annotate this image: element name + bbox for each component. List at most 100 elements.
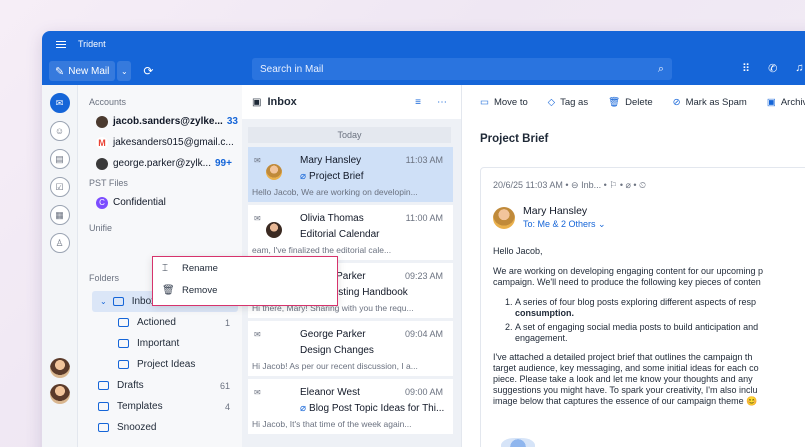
body-text: I've attached a detailed project brief t…: [493, 351, 753, 362]
filter-icon[interactable]: ≡: [415, 97, 421, 108]
pst-icon: C: [96, 196, 108, 209]
mail-subject-heading: Project Brief: [480, 133, 549, 145]
remove-menu-item[interactable]: 🗑 Remove: [153, 279, 337, 301]
pst-item[interactable]: C Confidential: [78, 192, 242, 213]
bell-icon[interactable]: ♫: [795, 62, 803, 75]
delete-button[interactable]: 🗑 Delete: [608, 97, 653, 108]
pst-label: PST Files: [89, 178, 128, 188]
account-item[interactable]: george.parker@zylk... 99+: [78, 153, 242, 174]
account-avatar: [96, 115, 108, 128]
new-mail-button[interactable]: ✎ New Mail: [49, 61, 116, 81]
folder-item[interactable]: Important: [78, 333, 242, 354]
mail-icon[interactable]: ✉: [49, 93, 70, 113]
body-text: A set of engaging social media posts to …: [515, 321, 759, 332]
spam-button[interactable]: ⊘ Mark as Spam: [673, 97, 747, 108]
context-menu: ⌶ Rename 🗑 Remove: [152, 256, 338, 306]
folder-count: 1: [224, 317, 230, 328]
search-placeholder: Search in Mail: [260, 63, 324, 75]
list-item[interactable]: ✉ Mary Hansley 11:03 AM ⌀ Project Brief H…: [248, 147, 453, 202]
folder-label: Actioned: [137, 317, 176, 328]
calendar-icon[interactable]: ▤: [49, 149, 70, 169]
menu-icon[interactable]: [56, 39, 66, 50]
folder-item[interactable]: Actioned 1: [78, 312, 242, 333]
folder-label: Templates: [117, 401, 163, 412]
chevron-down-icon[interactable]: ⌄: [100, 297, 107, 306]
mail-subject: Project Brief: [309, 171, 364, 182]
rename-menu-item[interactable]: ⌶ Rename: [153, 257, 337, 279]
body-text: piece. Please take a look and let me kno…: [493, 373, 753, 384]
unread-count: 33: [226, 116, 238, 127]
body-text: image below that captures the essence of…: [493, 395, 758, 406]
account-avatar: [96, 157, 108, 170]
account-name: jakesanders015@gmail.c...: [113, 137, 234, 148]
avatar[interactable]: [49, 384, 70, 404]
archive-button[interactable]: ▣ Archive: [767, 97, 805, 108]
attachment-icon: ⌀: [300, 403, 307, 414]
title-bar: Trident: [42, 31, 805, 57]
rename-icon: ⌶: [162, 262, 168, 274]
list-item[interactable]: ✉ Eleanor West 09:00 AM ⌀ Blog Post Topic…: [248, 379, 453, 434]
app-window: Trident ✎ New Mail ⌄ ⟳ Search in Mail ⌕ …: [42, 31, 805, 447]
unified-label: Unifie: [89, 223, 113, 233]
contacts-icon[interactable]: ♙: [49, 233, 70, 253]
sync-icon[interactable]: ⟳: [143, 64, 153, 78]
account-item[interactable]: M jakesanders015@gmail.c...: [78, 132, 242, 153]
mail-time: 09:23 AM: [404, 271, 443, 281]
body-text: target audience, key messaging, and some…: [493, 362, 759, 373]
mail-preview: Hi Jacob, It's that time of the week aga…: [252, 419, 412, 429]
move-to-button[interactable]: ▭ Move to: [480, 97, 528, 108]
envelope-icon: ✉: [254, 388, 261, 397]
tool-label: Delete: [625, 96, 653, 108]
folder-item[interactable]: Snoozed: [78, 417, 242, 438]
block-icon: ⊘: [672, 96, 681, 108]
new-mail-dropdown[interactable]: ⌄: [117, 61, 132, 81]
avatar: [266, 222, 282, 238]
recipients-link[interactable]: To: Me & 2 Others ⌄: [523, 219, 606, 230]
reading-pane: ▭ Move to ◇ Tag as 🗑 Delete ⊘ Mark as Spam ▣…: [468, 85, 805, 447]
folder-item[interactable]: Drafts 61: [78, 375, 242, 396]
body-text: We are working on developing engaging co…: [493, 265, 764, 276]
sender-name: Mary Hansley: [523, 205, 588, 217]
tool-label: Archive: [780, 96, 805, 108]
folder-label: Project Ideas: [137, 359, 196, 370]
account-item[interactable]: jacob.sanders@zylke... 33: [78, 111, 242, 132]
tool-label: Tag as: [560, 96, 589, 108]
list-item[interactable]: ✉ Olivia Thomas 11:00 AM Editorial Calen…: [248, 205, 453, 260]
list-item[interactable]: ✉ George Parker 09:04 AM Design Changes …: [248, 321, 453, 376]
search-input[interactable]: Search in Mail ⌕: [252, 58, 672, 80]
snoozed-icon: [98, 423, 109, 432]
more-icon[interactable]: ⋯: [437, 97, 447, 108]
phone-icon[interactable]: ✆: [768, 62, 777, 75]
left-rail: ✉ ☺ ▤ ☑ ▦ ♙: [42, 85, 78, 447]
reading-toolbar: ▭ Move to ◇ Tag as 🗑 Delete ⊘ Mark as Spam ▣…: [468, 85, 805, 119]
body-text: suggestions you might have. To spark you…: [493, 384, 758, 395]
body-text: Hello Jacob,: [493, 246, 543, 256]
pst-name: Confidential: [113, 197, 166, 208]
tag-icon: ◇: [547, 96, 556, 108]
new-mail-label: New Mail: [68, 65, 110, 77]
templates-icon: [98, 402, 109, 411]
mail-time: 11:03 AM: [405, 155, 443, 165]
tag-as-button[interactable]: ◇ Tag as: [548, 97, 588, 108]
mail-time: 11:00 AM: [405, 213, 443, 223]
notes-icon[interactable]: ▦: [49, 205, 70, 225]
folder-icon: [118, 318, 129, 327]
menu-item-label: Rename: [182, 262, 218, 274]
avatar[interactable]: [49, 358, 70, 378]
mail-subject: Editorial Calendar: [300, 229, 380, 240]
apps-grid-icon[interactable]: ⠿: [742, 62, 750, 75]
folder-item[interactable]: Project Ideas: [78, 354, 242, 375]
mail-subject: Design Changes: [300, 345, 374, 356]
tasks-icon[interactable]: ☑: [49, 177, 70, 197]
folder-icon: [118, 360, 129, 369]
folder-icon: [118, 339, 129, 348]
archive-icon: ▣: [766, 96, 776, 108]
mail-time: 09:00 AM: [404, 387, 443, 397]
inbox-icon: [112, 297, 124, 306]
search-icon[interactable]: ⌕: [658, 63, 664, 76]
chat-icon[interactable]: ☺: [49, 121, 70, 141]
accounts-label: Accounts: [89, 97, 127, 107]
folder-item[interactable]: Templates 4: [78, 396, 242, 417]
trash-icon: 🗑: [162, 284, 175, 296]
drafts-icon: [98, 381, 109, 390]
